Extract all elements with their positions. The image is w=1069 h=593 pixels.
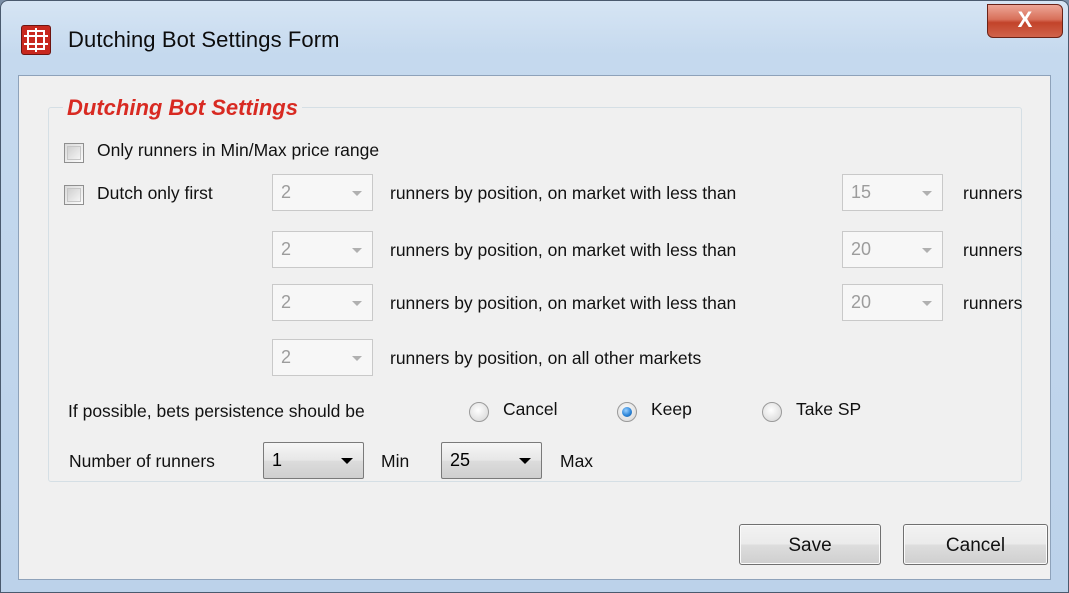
chevron-down-icon — [352, 191, 362, 196]
min-runners-value: 1 — [272, 450, 283, 470]
chevron-down-icon — [922, 248, 932, 253]
chevron-down-icon — [352, 301, 362, 306]
form-client-area: Dutching Bot Settings Only runners in Mi… — [18, 75, 1051, 580]
number-of-runners-label: Number of runners — [69, 451, 215, 471]
cancel-button-label: Cancel — [945, 535, 1006, 556]
rule-3-count-combo[interactable]: 2 — [272, 284, 373, 321]
min-label: Min — [381, 451, 410, 471]
rule-1-text: runners by position, on market with less… — [390, 183, 737, 203]
grid-app-icon — [21, 25, 51, 55]
rule-4-text: runners by position, on all other market… — [390, 348, 702, 368]
rule-1-limit-value: 15 — [851, 182, 872, 202]
window-title: Dutching Bot Settings Form — [68, 27, 340, 52]
rule-1-count-value: 2 — [281, 182, 292, 202]
rule-4-count-value: 2 — [281, 347, 292, 367]
save-button[interactable]: Save — [739, 524, 881, 565]
dutch-only-first-checkbox[interactable] — [64, 185, 84, 205]
max-runners-value: 25 — [450, 450, 471, 470]
cancel-button[interactable]: Cancel — [903, 524, 1048, 565]
min-max-range-label[interactable]: Only runners in Min/Max price range — [97, 140, 379, 161]
rule-1-suffix: runners — [963, 183, 1023, 203]
persistence-take-sp-radio[interactable] — [762, 402, 782, 422]
rule-3-limit-combo[interactable]: 20 — [842, 284, 943, 321]
rule-3-suffix: runners — [963, 293, 1023, 313]
dutch-only-first-label[interactable]: Dutch only first — [97, 183, 213, 204]
max-label: Max — [560, 451, 594, 471]
chevron-down-icon — [341, 458, 353, 464]
title-bar[interactable]: Dutching Bot Settings Form X — [1, 1, 1068, 75]
rule-1-limit-combo[interactable]: 15 — [842, 174, 943, 211]
rule-3-count-value: 2 — [281, 292, 292, 312]
rule-3-text: runners by position, on market with less… — [390, 293, 737, 313]
settings-window: Dutching Bot Settings Form X Dutching Bo… — [0, 0, 1069, 593]
chevron-down-icon — [352, 356, 362, 361]
groupbox-title: Dutching Bot Settings — [63, 95, 302, 121]
chevron-down-icon — [519, 458, 531, 464]
rule-2-count-combo[interactable]: 2 — [272, 231, 373, 268]
rule-2-text: runners by position, on market with less… — [390, 240, 737, 260]
rule-2-suffix: runners — [963, 240, 1023, 260]
rule-2-count-value: 2 — [281, 239, 292, 259]
close-icon: X — [1017, 7, 1033, 32]
max-runners-combo[interactable]: 25 — [441, 442, 542, 479]
rule-2-limit-combo[interactable]: 20 — [842, 231, 943, 268]
close-button[interactable]: X — [987, 4, 1063, 38]
persistence-keep-radio[interactable] — [617, 402, 637, 422]
chevron-down-icon — [922, 191, 932, 196]
chevron-down-icon — [352, 248, 362, 253]
persistence-label: If possible, bets persistence should be — [68, 401, 365, 421]
chevron-down-icon — [922, 301, 932, 306]
persistence-take-sp-label[interactable]: Take SP — [796, 399, 861, 420]
persistence-cancel-label[interactable]: Cancel — [503, 399, 557, 420]
rule-4-count-combo[interactable]: 2 — [272, 339, 373, 376]
rule-3-limit-value: 20 — [851, 292, 872, 312]
save-button-label: Save — [788, 535, 832, 556]
persistence-keep-label[interactable]: Keep — [651, 399, 692, 420]
rule-2-limit-value: 20 — [851, 239, 872, 259]
persistence-cancel-radio[interactable] — [469, 402, 489, 422]
min-runners-combo[interactable]: 1 — [263, 442, 364, 479]
rule-1-count-combo[interactable]: 2 — [272, 174, 373, 211]
min-max-range-checkbox[interactable] — [64, 143, 84, 163]
